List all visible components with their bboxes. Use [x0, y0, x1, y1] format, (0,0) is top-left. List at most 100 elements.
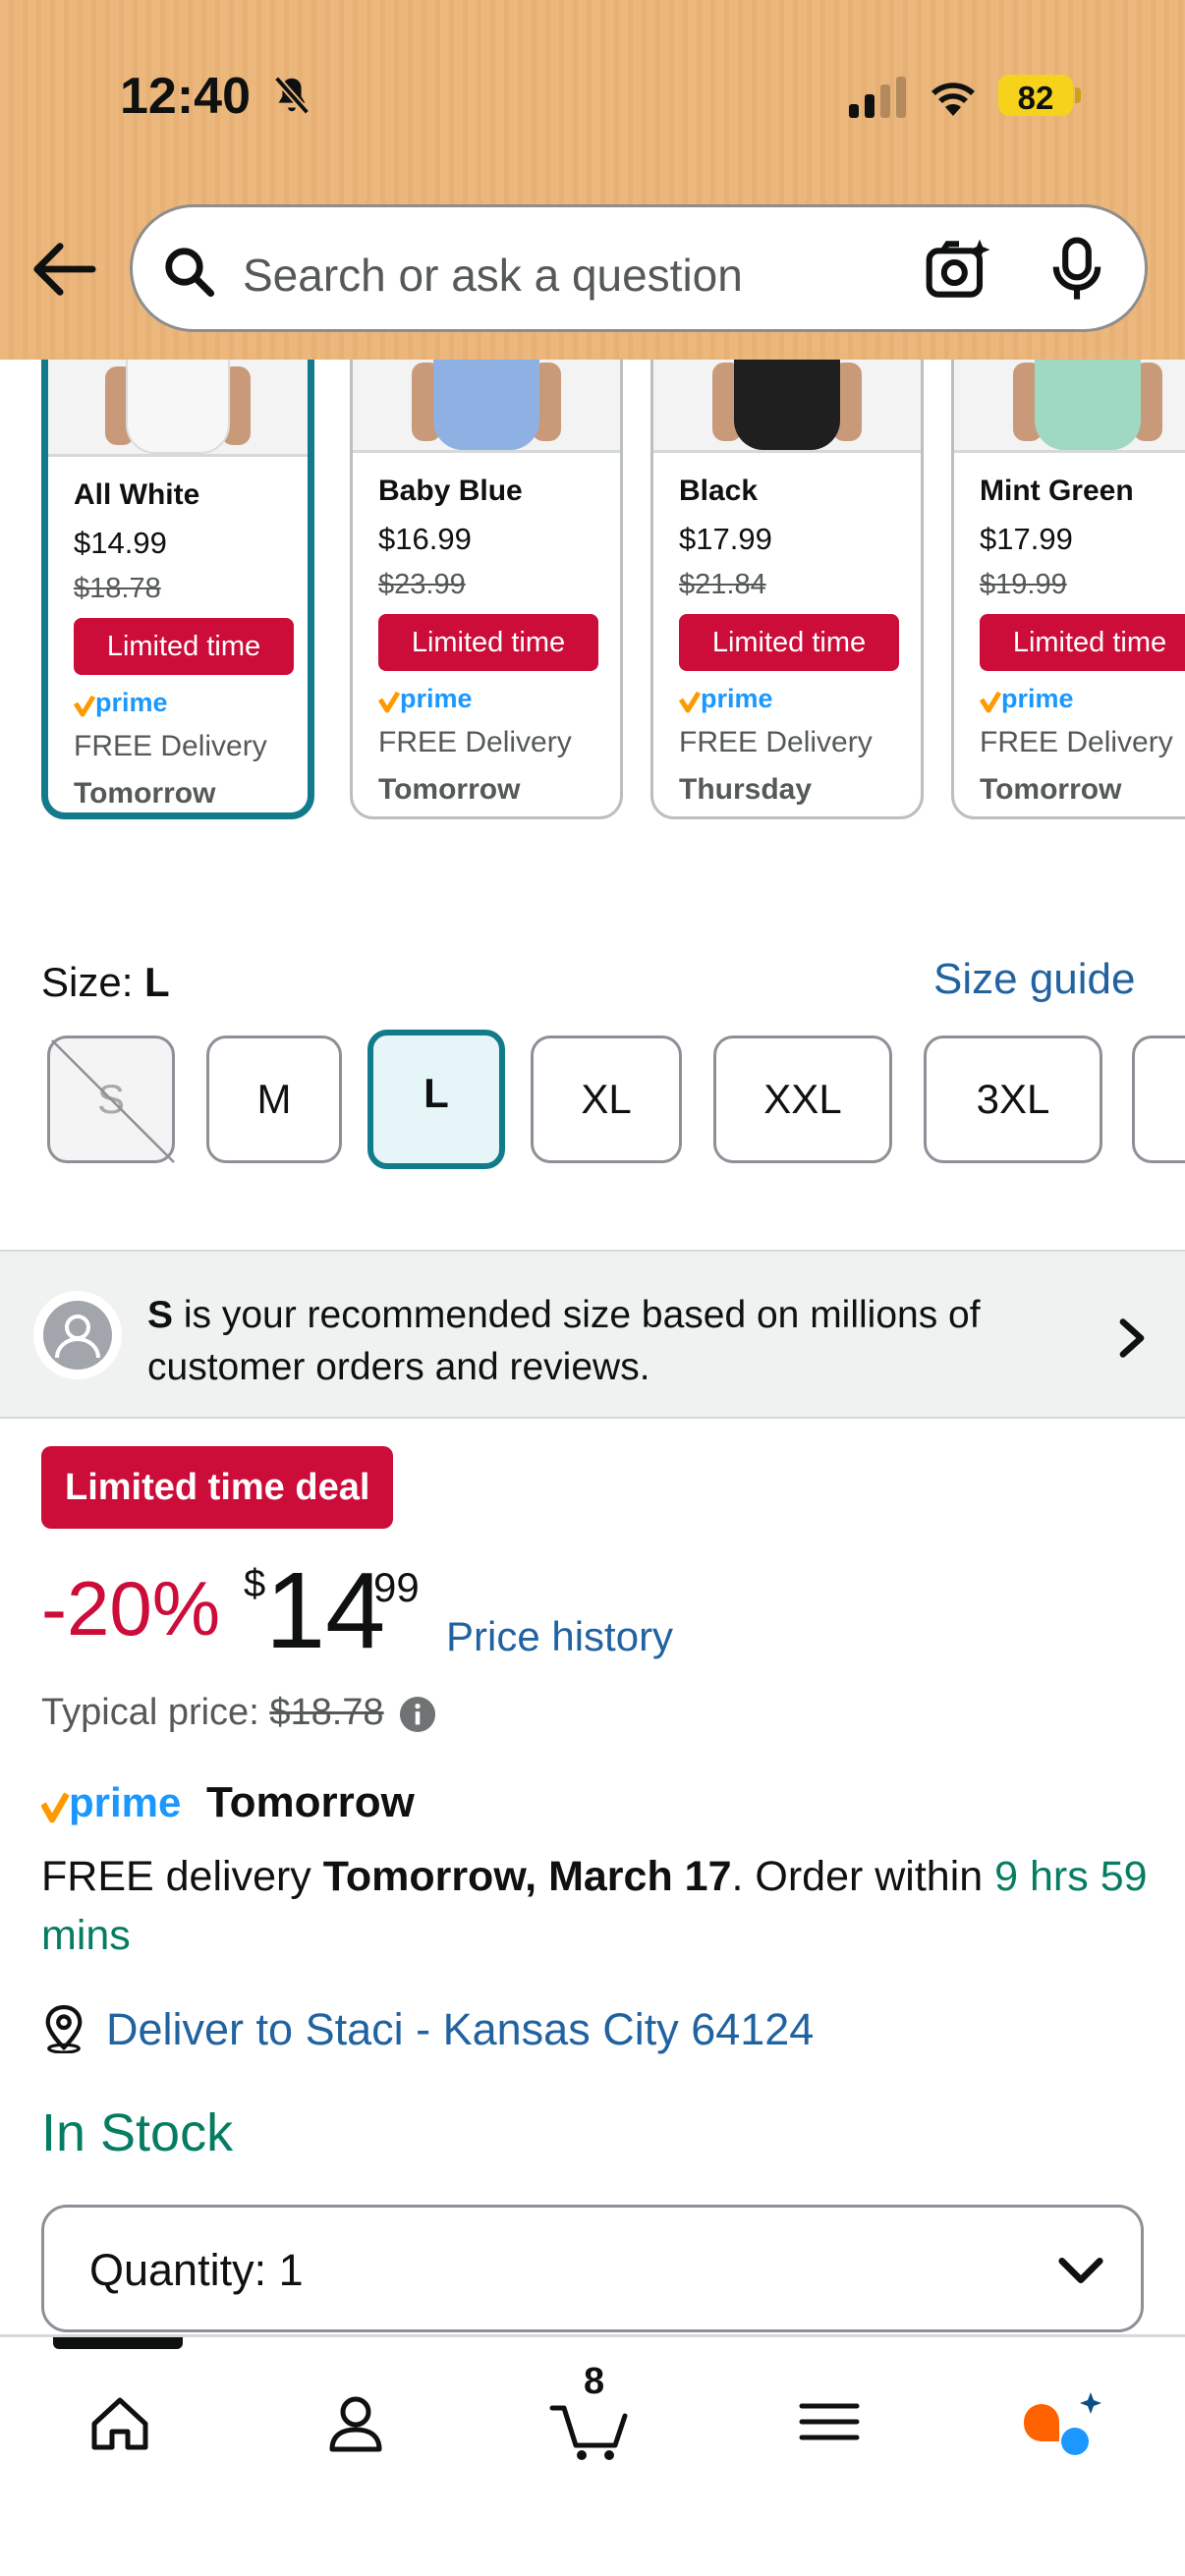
- cellular-signal-icon: [849, 77, 906, 118]
- size-option-partial[interactable]: [1132, 1036, 1185, 1163]
- variant-name: Mint Green: [980, 475, 1134, 507]
- search-bar[interactable]: Search or ask a question: [130, 204, 1148, 332]
- variant-list-price: $23.99: [378, 569, 466, 600]
- delivery-date: Tomorrow, March 17: [322, 1853, 732, 1900]
- size-option-label: L: [423, 1070, 449, 1116]
- size-guide-link[interactable]: Size guide: [933, 955, 1135, 1004]
- variant-name: Black: [679, 475, 759, 507]
- variant-list-price: $21.84: [679, 569, 766, 600]
- app-header: 12:40 82 Search or ask a question: [0, 0, 1185, 360]
- quantity-value: 1: [278, 2245, 304, 2295]
- size-option-3xl[interactable]: 3XL: [924, 1036, 1102, 1163]
- variant-delivery: FREE Delivery: [679, 726, 873, 758]
- rufus-assistant-icon[interactable]: [1014, 2373, 1112, 2471]
- product-thumbnail: [954, 360, 1185, 453]
- delivery-prefix: FREE delivery: [41, 1853, 311, 1900]
- price-whole: 14: [265, 1550, 386, 1671]
- price-history-link[interactable]: Price history: [446, 1613, 673, 1660]
- battery-indicator: 82: [998, 75, 1081, 116]
- product-thumbnail: [353, 360, 620, 453]
- size-label: Size: L: [41, 959, 170, 1006]
- delivery-estimate: FREE delivery Tomorrow, March 17. Order …: [41, 1847, 1152, 1965]
- svg-text:prime: prime: [95, 688, 168, 717]
- back-arrow-icon[interactable]: [29, 240, 98, 299]
- size-option-s-unavailable[interactable]: S: [47, 1036, 175, 1163]
- bottom-tab-bar: 8: [0, 2334, 1185, 2576]
- recommendation-message: is your recommended size based on millio…: [147, 1294, 981, 1388]
- svg-text:prime: prime: [701, 684, 773, 713]
- search-input[interactable]: Search or ask a question: [243, 249, 743, 302]
- cart-count-badge: 8: [584, 2361, 605, 2402]
- prime-delivery-day: Tomorrow: [206, 1778, 415, 1826]
- variant-delivery-day: Tomorrow: [980, 773, 1122, 806]
- limited-time-badge: Limited time: [980, 614, 1185, 671]
- prime-logo-icon: prime: [41, 1780, 181, 1825]
- deliver-to-link[interactable]: Deliver to Staci - Kansas City 64124: [106, 2004, 814, 2055]
- discount-percent: -20%: [41, 1565, 221, 1652]
- quantity-display: Quantity: 1: [89, 2245, 304, 2296]
- price-currency: $: [244, 1562, 266, 1605]
- cart-tab[interactable]: 8: [542, 2361, 641, 2471]
- variant-price: $16.99: [378, 522, 472, 556]
- typical-price-value: $18.78: [269, 1692, 384, 1733]
- variant-price: $17.99: [980, 522, 1073, 556]
- recommendation-text: S is your recommended size based on mill…: [147, 1289, 1061, 1393]
- variant-price: $17.99: [679, 522, 772, 556]
- battery-percent: 82: [1017, 80, 1054, 116]
- bell-muted-icon: [273, 76, 310, 115]
- menu-icon[interactable]: [780, 2373, 878, 2471]
- prime-logo-icon: prime: [378, 684, 473, 713]
- svg-text:prime: prime: [69, 1780, 181, 1825]
- quantity-label: Quantity:: [89, 2245, 267, 2295]
- wifi-icon: [931, 83, 975, 116]
- microphone-icon[interactable]: [1050, 237, 1103, 302]
- location-pin-icon: [45, 2004, 83, 2053]
- variant-card-all-white[interactable]: All White $14.99 $18.78 Limited time pri…: [41, 360, 314, 819]
- size-option-l-selected[interactable]: L: [367, 1030, 505, 1169]
- search-icon: [165, 248, 215, 298]
- unavailable-slash-icon: [51, 1039, 175, 1163]
- size-recommendation-banner[interactable]: S is your recommended size based on mill…: [0, 1250, 1185, 1419]
- typical-price-label: Typical price:: [41, 1692, 259, 1733]
- recommended-size: S: [147, 1294, 174, 1336]
- size-label-text: Size:: [41, 959, 134, 1005]
- variant-card-baby-blue[interactable]: Baby Blue $16.99 $23.99 Limited time pri…: [350, 360, 623, 819]
- status-time: 12:40: [120, 68, 251, 125]
- svg-text:prime: prime: [1001, 684, 1074, 713]
- order-within-text: . Order within: [731, 1853, 984, 1900]
- variant-delivery-day: Tomorrow: [74, 777, 216, 810]
- variant-delivery-day: Tomorrow: [378, 773, 521, 806]
- variant-card-black[interactable]: Black $17.99 $21.84 Limited time prime F…: [650, 360, 924, 819]
- variant-price: $14.99: [74, 526, 167, 560]
- variant-card-mint-green[interactable]: Mint Green $17.99 $19.99 Limited time pr…: [951, 360, 1185, 819]
- typical-price: Typical price: $18.78: [41, 1692, 384, 1734]
- variant-delivery-day: Thursday: [679, 773, 813, 806]
- camera-lens-icon[interactable]: [925, 237, 993, 302]
- size-option-label: XL: [581, 1076, 632, 1122]
- active-tab-indicator: [53, 2337, 183, 2349]
- variant-list-price: $19.99: [980, 569, 1067, 600]
- price-fraction: 99: [373, 1564, 420, 1610]
- info-icon[interactable]: [399, 1696, 436, 1733]
- product-thumbnail: [653, 360, 921, 453]
- prime-logo-icon: prime: [74, 688, 168, 717]
- variant-carousel[interactable]: All White $14.99 $18.78 Limited time pri…: [0, 360, 1185, 861]
- limited-time-deal-badge: Limited time deal: [41, 1446, 394, 1529]
- variant-delivery: FREE Delivery: [74, 730, 267, 762]
- prime-logo-icon: prime: [980, 684, 1074, 713]
- quantity-dropdown[interactable]: Quantity: 1: [41, 2205, 1144, 2332]
- variant-list-price: $18.78: [74, 573, 161, 604]
- size-option-m[interactable]: M: [206, 1036, 342, 1163]
- size-option-label: 3XL: [976, 1076, 1050, 1122]
- limited-time-badge: Limited time: [74, 618, 294, 675]
- selected-size: L: [144, 959, 170, 1005]
- home-icon[interactable]: [71, 2373, 169, 2471]
- product-thumbnail: [48, 360, 308, 457]
- size-option-xxl[interactable]: XXL: [713, 1036, 892, 1163]
- account-icon[interactable]: [307, 2373, 405, 2471]
- size-option-label: XXL: [763, 1076, 842, 1122]
- limited-time-badge: Limited time: [679, 614, 899, 671]
- size-option-xl[interactable]: XL: [531, 1036, 682, 1163]
- prime-logo-icon: prime: [679, 684, 773, 713]
- size-option-label: M: [256, 1076, 292, 1122]
